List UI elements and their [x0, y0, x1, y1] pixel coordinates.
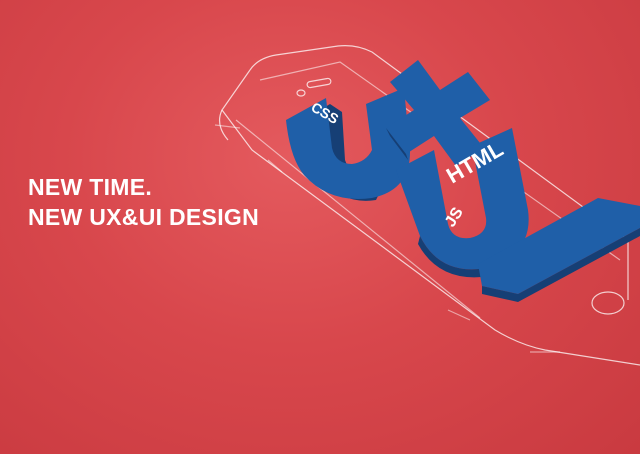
phone-illustration: CSS HTML JS: [214, 45, 640, 366]
ui-letters: [396, 128, 640, 302]
